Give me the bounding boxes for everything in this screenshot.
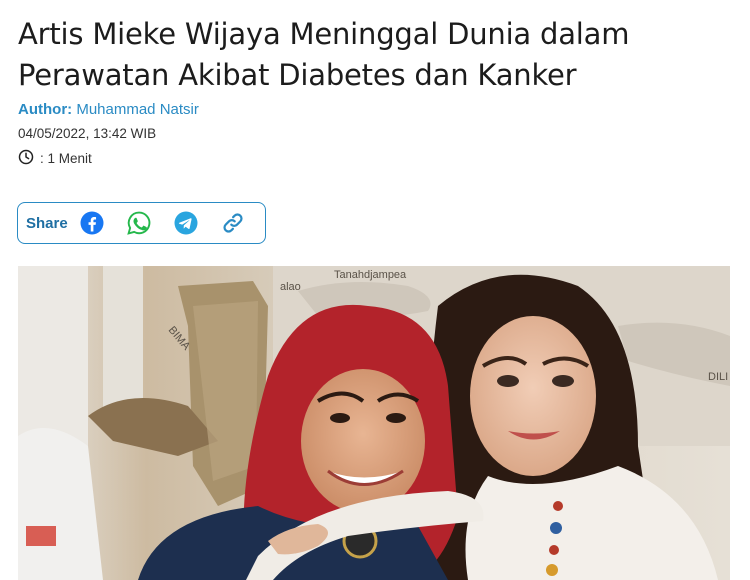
whatsapp-icon[interactable] [126,211,151,235]
link-icon[interactable] [221,211,245,235]
telegram-icon[interactable] [174,211,198,235]
author-name-link[interactable]: Muhammad Natsir [76,101,199,118]
read-time: : 1 Menit [18,149,92,168]
author-label: Author: [18,101,73,118]
article-title: Artis Mieke Wijaya Meninggal Dunia dalam… [18,17,630,92]
article-photo: Tanahdjampea alao BIMA DILI [18,266,730,580]
share-bar: Share [17,202,266,244]
clock-icon [18,149,34,168]
read-time-text: : 1 Menit [40,151,92,166]
map-text-1: Tanahdjampea [334,269,407,281]
map-text-4: DILI [708,371,728,383]
facebook-icon[interactable] [80,211,104,235]
article-page: Artis Mieke Wijaya Meninggal Dunia dalam… [0,0,750,580]
share-label: Share [26,214,68,232]
map-text-2: alao [280,281,301,293]
photo-illustration: Tanahdjampea alao BIMA DILI [18,266,730,580]
publish-date: 04/05/2022, 13:42 WIB [18,126,157,141]
author-line: Author: Muhammad Natsir [18,101,199,118]
